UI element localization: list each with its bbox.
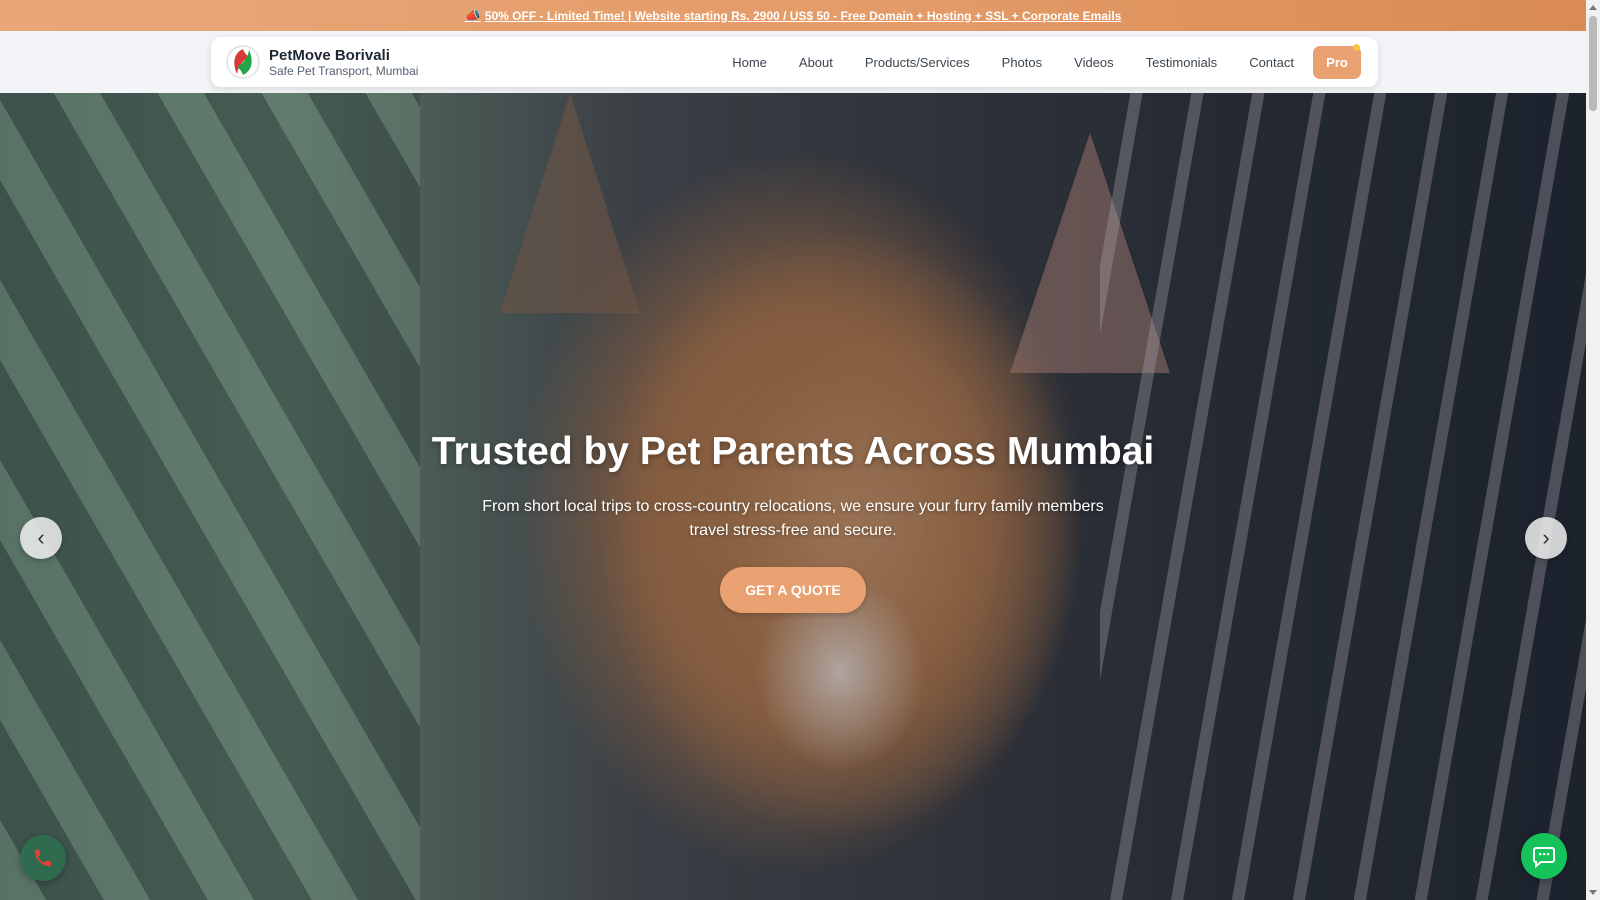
page-scrollbar[interactable] [1586, 0, 1600, 900]
slider-prev-button[interactable]: ‹ [20, 517, 62, 559]
promo-text: 50% OFF - Limited Time! | Website starti… [484, 8, 1122, 23]
brand-logo-icon [226, 45, 260, 79]
brand-name: PetMove Borivali [269, 46, 390, 64]
nav-item-testimonials[interactable]: Testimonials [1146, 55, 1218, 70]
nav-item-photos[interactable]: Photos [1002, 55, 1042, 70]
scroll-up-arrow-icon[interactable] [1589, 5, 1597, 10]
pro-button-label: Pro [1326, 54, 1348, 70]
brand-link[interactable]: PetMove Borivali Safe Pet Transport, Mum… [226, 45, 418, 79]
site-header: PetMove Borivali Safe Pet Transport, Mum… [0, 31, 1586, 93]
main-nav: Home About Products/Services Photos Vide… [716, 43, 1361, 79]
promo-link[interactable]: 📣 50% OFF - Limited Time! | Website star… [465, 8, 1122, 24]
megaphone-icon: 📣 [464, 7, 481, 23]
chevron-right-icon: › [1542, 525, 1550, 550]
get-quote-button[interactable]: GET A QUOTE [720, 567, 866, 613]
hero-subtitle: From short local trips to cross-country … [482, 498, 1104, 539]
chevron-left-icon: ‹ [37, 525, 45, 550]
notification-dot [1353, 43, 1360, 51]
nav-item-videos[interactable]: Videos [1074, 55, 1114, 70]
phone-icon [34, 849, 52, 867]
scroll-thumb[interactable] [1589, 16, 1597, 111]
chat-bubble-icon [1533, 847, 1555, 868]
brand-text: PetMove Borivali Safe Pet Transport, Mum… [269, 47, 418, 78]
nav-item-products-services[interactable]: Products/Services [865, 55, 970, 70]
nav-item-about[interactable]: About [799, 55, 833, 70]
brand-tagline: Safe Pet Transport, Mumbai [269, 63, 419, 78]
pro-button[interactable]: Pro [1313, 43, 1361, 79]
scroll-down-arrow-icon[interactable] [1589, 890, 1597, 895]
hero-title: Trusted by Pet Parents Across Mumbai [431, 430, 1155, 473]
slider-next-button[interactable]: › [1525, 517, 1567, 559]
hero-content: Trusted by Pet Parents Across Mumbai Fro… [393, 428, 1193, 613]
nav-item-contact[interactable]: Contact [1249, 55, 1294, 70]
promo-bar: 📣 50% OFF - Limited Time! | Website star… [0, 0, 1586, 31]
chat-button[interactable] [1521, 833, 1567, 879]
nav-item-home[interactable]: Home [732, 55, 767, 70]
call-button[interactable] [20, 835, 66, 881]
nav-card: PetMove Borivali Safe Pet Transport, Mum… [211, 37, 1378, 87]
hero-slider: Trusted by Pet Parents Across Mumbai Fro… [0, 93, 1586, 900]
